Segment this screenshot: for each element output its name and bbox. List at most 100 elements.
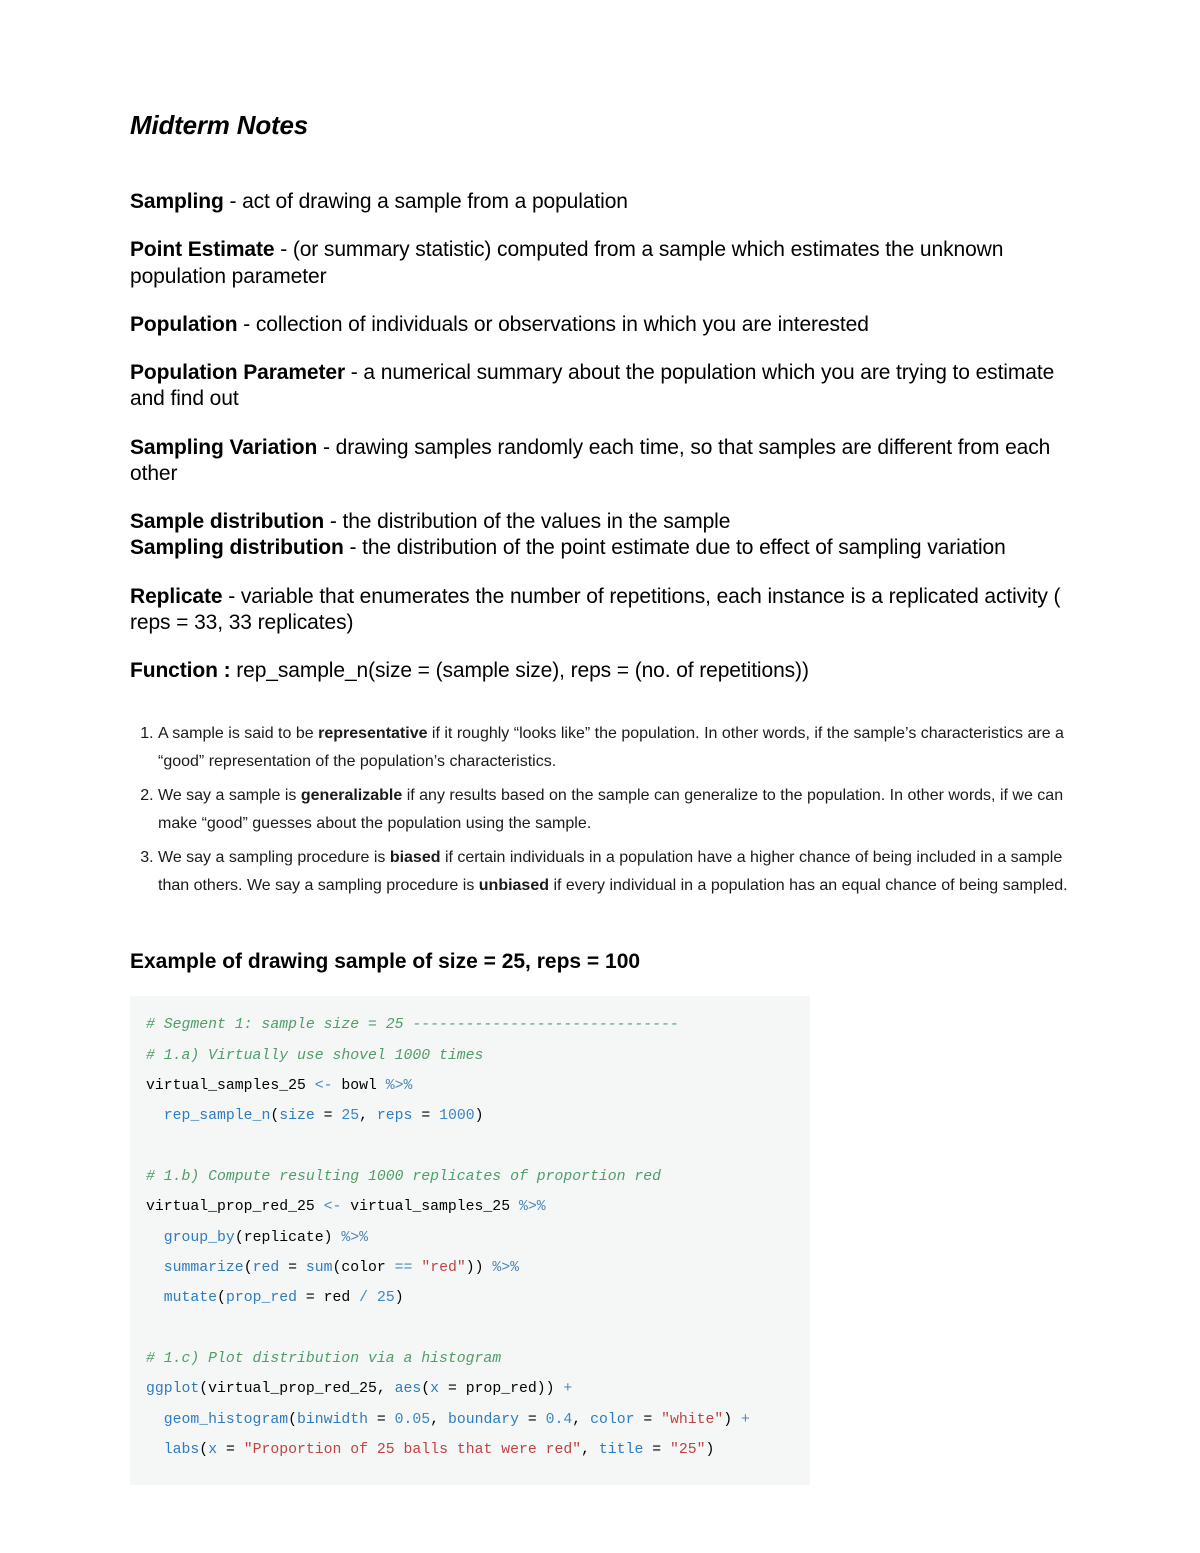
code-text: ( (421, 1381, 430, 1397)
code-function: summarize (164, 1260, 244, 1276)
code-text: )) (466, 1260, 493, 1276)
code-number: 25 (377, 1290, 395, 1306)
code-text: ( (217, 1290, 226, 1306)
code-text: bowl (332, 1078, 385, 1094)
code-comment: # 1.b) Compute resulting 1000 replicates… (146, 1169, 661, 1185)
code-text: ( (199, 1442, 208, 1458)
page-title: Midterm Notes (130, 110, 1070, 141)
note-3-bold2: unbiased (479, 877, 549, 894)
definition-sample-distribution: Sample distribution - the distribution o… (130, 509, 1070, 535)
code-text: = (519, 1412, 546, 1428)
text-sampling: - act of drawing a sample from a populat… (224, 190, 628, 213)
code-function: rep_sample_n (164, 1108, 271, 1124)
code-function: aes (395, 1381, 422, 1397)
code-text: (virtual_prop_red_25, (199, 1381, 394, 1397)
code-string: "25" (670, 1442, 706, 1458)
code-operator: %>% (519, 1199, 546, 1215)
code-text (146, 1442, 164, 1458)
code-text: = red (297, 1290, 359, 1306)
code-text: , (572, 1412, 590, 1428)
code-text: , (359, 1108, 377, 1124)
text-replicate: - variable that enumerates the number of… (130, 585, 1060, 634)
note-1-pre: A sample is said to be (158, 725, 318, 742)
term-point-estimate: Point Estimate (130, 238, 274, 261)
code-number: 1000 (439, 1108, 475, 1124)
code-text: virtual_samples_25 (146, 1078, 315, 1094)
code-comment: # Segment 1: sample size = 25 ----------… (146, 1017, 679, 1033)
term-replicate: Replicate (130, 585, 222, 608)
code-block: # Segment 1: sample size = 25 ----------… (130, 996, 810, 1485)
code-comment: # 1.c) Plot distribution via a histogram (146, 1351, 501, 1367)
code-function: geom_histogram (164, 1412, 288, 1428)
code-text: (replicate) (235, 1230, 342, 1246)
definition-function: Function : rep_sample_n(size = (sample s… (130, 658, 1070, 684)
code-text: = prop_red)) (439, 1381, 563, 1397)
term-population-parameter: Population Parameter (130, 361, 345, 384)
code-text: = (315, 1108, 342, 1124)
code-param: reps (377, 1108, 413, 1124)
code-operator: / (359, 1290, 368, 1306)
code-operator: <- (315, 1078, 333, 1094)
code-string: "Proportion of 25 balls that were red" (244, 1442, 581, 1458)
code-param: red (253, 1260, 280, 1276)
code-text (146, 1260, 164, 1276)
code-string: "red" (421, 1260, 465, 1276)
code-text (146, 1412, 164, 1428)
code-text: = (368, 1412, 395, 1428)
code-operator: %>% (492, 1260, 519, 1276)
definition-distributions-group: Sample distribution - the distribution o… (130, 509, 1070, 562)
code-text: (color (333, 1260, 395, 1276)
code-text: , (581, 1442, 599, 1458)
code-text: ) (475, 1108, 484, 1124)
code-text: virtual_samples_25 (341, 1199, 519, 1215)
code-string: "white" (661, 1412, 723, 1428)
numbered-notes: A sample is said to be representative if… (130, 720, 1070, 900)
code-param: title (599, 1442, 643, 1458)
code-text: = (412, 1108, 439, 1124)
note-2-bold: generalizable (301, 787, 402, 804)
document-page: Midterm Notes Sampling - act of drawing … (0, 0, 1200, 1525)
code-text (146, 1230, 164, 1246)
code-operator: %>% (341, 1230, 368, 1246)
code-text: = (643, 1442, 670, 1458)
definition-population: Population - collection of individuals o… (130, 312, 1070, 338)
code-text: ( (288, 1412, 297, 1428)
term-sample-distribution: Sample distribution (130, 510, 324, 533)
code-operator: == (395, 1260, 413, 1276)
note-3-pre: We say a sampling procedure is (158, 849, 390, 866)
code-param: binwidth (297, 1412, 368, 1428)
code-param: x (430, 1381, 439, 1397)
code-number: 0.05 (395, 1412, 431, 1428)
note-3-post: if every individual in a population has … (549, 877, 1068, 894)
definition-replicate: Replicate - variable that enumerates the… (130, 584, 1070, 637)
text-sample-distribution: - the distribution of the values in the … (324, 510, 730, 533)
code-param: color (590, 1412, 634, 1428)
definition-sampling: Sampling - act of drawing a sample from … (130, 189, 1070, 215)
code-param: boundary (448, 1412, 519, 1428)
code-comment: # 1.a) Virtually use shovel 1000 times (146, 1048, 483, 1064)
code-text: = (634, 1412, 661, 1428)
code-function: ggplot (146, 1381, 199, 1397)
code-text: = (217, 1442, 244, 1458)
code-text: virtual_prop_red_25 (146, 1199, 324, 1215)
text-function: rep_sample_n(size = (sample size), reps … (230, 659, 808, 682)
code-text (412, 1260, 421, 1276)
code-operator: %>% (386, 1078, 413, 1094)
code-param: size (279, 1108, 315, 1124)
code-param: prop_red (226, 1290, 297, 1306)
code-text: = (279, 1260, 306, 1276)
code-text: ) (395, 1290, 404, 1306)
term-sampling-variation: Sampling Variation (130, 436, 317, 459)
text-population: - collection of individuals or observati… (238, 313, 869, 336)
code-number: 25 (341, 1108, 359, 1124)
code-param: x (208, 1442, 217, 1458)
code-text (146, 1108, 164, 1124)
code-text: ) (706, 1442, 715, 1458)
note-1: A sample is said to be representative if… (158, 720, 1070, 776)
definition-sampling-distribution: Sampling distribution - the distribution… (130, 535, 1070, 561)
note-3: We say a sampling procedure is biased if… (158, 844, 1070, 900)
term-sampling-distribution: Sampling distribution (130, 536, 344, 559)
definition-population-parameter: Population Parameter - a numerical summa… (130, 360, 1070, 413)
code-function: labs (164, 1442, 200, 1458)
code-text: ( (244, 1260, 253, 1276)
